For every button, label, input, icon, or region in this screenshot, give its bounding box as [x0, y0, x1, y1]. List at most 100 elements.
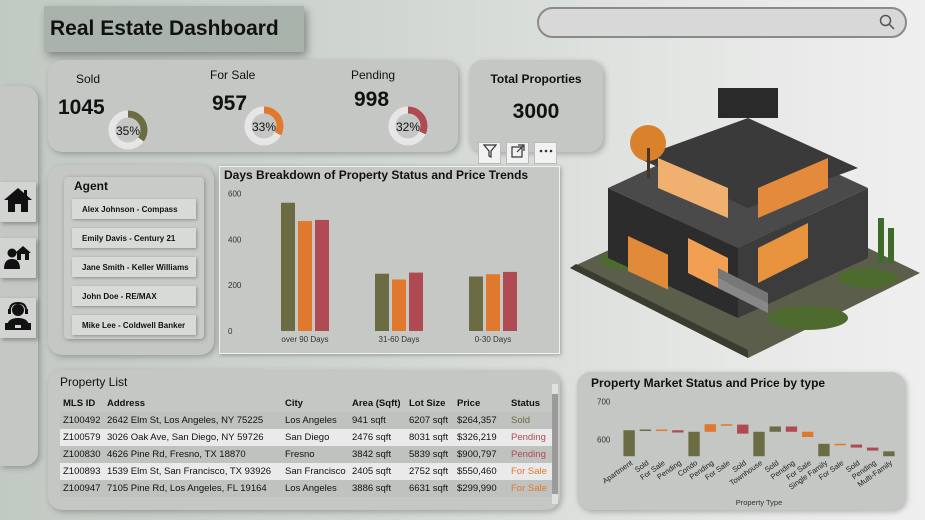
- nav-support-button[interactable]: [0, 298, 36, 338]
- house-illustration: [570, 88, 920, 358]
- y-tick-label: 600: [597, 435, 611, 444]
- column-header[interactable]: Price: [454, 394, 508, 412]
- table-row[interactable]: Z100947 7105 Pine Rd, Los Angeles, FL 191…: [60, 480, 552, 497]
- bar[interactable]: [298, 221, 312, 331]
- waterfall-bar[interactable]: [850, 444, 863, 448]
- total-properties-label: Total Proporties: [490, 72, 582, 86]
- y-tick-label: 400: [228, 235, 242, 244]
- agent-item[interactable]: Alex Johnson - Compass: [72, 199, 196, 219]
- table-cell: Pending: [508, 446, 552, 463]
- table-cell: $326,219: [454, 429, 508, 446]
- table-cell: 2405 sqft: [349, 463, 406, 480]
- y-tick-label: 700: [597, 398, 611, 407]
- table-header-row: MLS ID Address City Area (Sqft) Lot Size…: [60, 394, 552, 412]
- table-cell: San Diego: [282, 429, 349, 446]
- bar[interactable]: [409, 272, 423, 331]
- column-header[interactable]: Address: [104, 394, 282, 412]
- waterfall-bar[interactable]: [737, 424, 749, 434]
- table-row[interactable]: Z100830 4626 Pine Rd, Fresno, TX 18870 Fre…: [60, 446, 552, 463]
- table-cell: $264,357: [454, 412, 508, 429]
- table-cell: Los Angeles: [282, 480, 349, 497]
- kpi-sold-value: 1045: [58, 96, 105, 119]
- table-cell: 3842 sqft: [349, 446, 406, 463]
- agent-item[interactable]: Emily Davis - Century 21: [72, 228, 196, 248]
- waterfall-bar[interactable]: [818, 443, 830, 457]
- agent-slicer-title: Agent: [74, 179, 108, 193]
- chart-toolbar: [478, 142, 557, 164]
- more-options-button[interactable]: [534, 142, 557, 164]
- table-cell: 6207 sqft: [406, 412, 454, 429]
- waterfall-bar[interactable]: [834, 443, 846, 446]
- property-list-panel: Property List MLS ID Address City Area (…: [48, 370, 560, 510]
- filter-button[interactable]: [478, 142, 501, 164]
- column-header[interactable]: MLS ID: [60, 394, 104, 412]
- waterfall-bar[interactable]: [655, 429, 668, 432]
- bar[interactable]: [392, 279, 406, 331]
- focus-mode-button[interactable]: [506, 142, 529, 164]
- days-chart-svg: 0 200 400 600 over 90 Days 31-60 Days 0-30 Day…: [228, 190, 517, 344]
- waterfall-bar[interactable]: [672, 430, 684, 433]
- home-icon: [3, 186, 33, 219]
- table-cell: $299,990: [454, 480, 508, 497]
- x-tick-label: Apartment: [601, 458, 635, 486]
- agent-item[interactable]: Mike Lee - Coldwell Banker: [72, 315, 196, 335]
- page-title: Real Estate Dashboard: [50, 17, 279, 40]
- waterfall-bar[interactable]: [623, 430, 635, 457]
- table-cell: 3026 Oak Ave, San Diego, NY 59726: [104, 429, 282, 446]
- waterfall-bar[interactable]: [866, 447, 879, 451]
- waterfall-bar[interactable]: [802, 431, 814, 438]
- side-nav: [0, 86, 38, 466]
- support-agent-icon: [3, 301, 33, 336]
- kpi-sold-pct: 35%: [115, 124, 141, 138]
- x-tick-label: 31-60 Days: [379, 335, 420, 344]
- waterfall-bar[interactable]: [720, 424, 733, 426]
- y-tick-label: 0: [228, 327, 233, 336]
- bar[interactable]: [486, 274, 500, 331]
- market-chart-svg: 600700ApartmentSoldFor SalePendingCondoP…: [597, 398, 895, 507]
- column-header[interactable]: Area (Sqft): [349, 394, 406, 412]
- scrollbar-thumb[interactable]: [552, 394, 558, 494]
- property-table: MLS ID Address City Area (Sqft) Lot Size…: [60, 394, 552, 497]
- filter-icon: [482, 143, 497, 163]
- nav-home-button[interactable]: [0, 182, 36, 222]
- table-cell: 2642 Elm St, Los Angeles, NY 75225: [104, 412, 282, 429]
- search-input[interactable]: [537, 7, 907, 38]
- table-cell: 1539 Elm St, San Francisco, TX 93926: [104, 463, 282, 480]
- bar[interactable]: [375, 273, 389, 331]
- bar[interactable]: [503, 271, 517, 331]
- property-list-title: Property List: [60, 375, 128, 389]
- search-icon[interactable]: [879, 14, 895, 35]
- table-cell: 5839 sqft: [406, 446, 454, 463]
- table-cell: Z100947: [60, 480, 104, 497]
- bar[interactable]: [315, 219, 329, 331]
- nav-agent-button[interactable]: [0, 238, 36, 278]
- table-cell: Pending: [508, 429, 552, 446]
- table-cell: 8031 sqft: [406, 429, 454, 446]
- waterfall-bar[interactable]: [704, 424, 716, 432]
- waterfall-bar[interactable]: [769, 426, 781, 432]
- days-breakdown-chart: Days Breakdown of Property Status and Pr…: [219, 166, 560, 354]
- column-header[interactable]: City: [282, 394, 349, 412]
- kpi-panel: Sold 1045 35% For Sale 957 33% Pending 9…: [48, 60, 458, 152]
- bar[interactable]: [469, 276, 483, 331]
- y-tick-label: 200: [228, 281, 242, 290]
- table-row[interactable]: Z100579 3026 Oak Ave, San Diego, NY 59726…: [60, 429, 552, 446]
- table-row[interactable]: Z100492 2642 Elm St, Los Angeles, NY 7522…: [60, 412, 552, 429]
- property-list-scrollbar[interactable]: [552, 384, 558, 504]
- waterfall-bar[interactable]: [688, 431, 700, 457]
- column-header[interactable]: Lot Size: [406, 394, 454, 412]
- agent-item[interactable]: John Doe - RE/MAX: [72, 286, 196, 306]
- column-header[interactable]: Status: [508, 394, 552, 412]
- bar[interactable]: [281, 202, 295, 331]
- table-cell: Los Angeles: [282, 412, 349, 429]
- table-cell: 7105 Pine Rd, Los Angeles, FL 19164: [104, 480, 282, 497]
- waterfall-bar[interactable]: [785, 426, 798, 432]
- agent-panel: Agent Alex Johnson - Compass Emily Davis…: [48, 165, 214, 355]
- waterfall-bar[interactable]: [639, 429, 652, 432]
- agent-item[interactable]: Jane Smith - Keller Williams: [72, 257, 196, 277]
- table-cell: $550,460: [454, 463, 508, 480]
- table-row[interactable]: Z100893 1539 Elm St, San Francisco, TX 93…: [60, 463, 552, 480]
- waterfall-bar[interactable]: [753, 431, 765, 457]
- waterfall-bar[interactable]: [883, 451, 895, 457]
- table-cell: 6631 sqft: [406, 480, 454, 497]
